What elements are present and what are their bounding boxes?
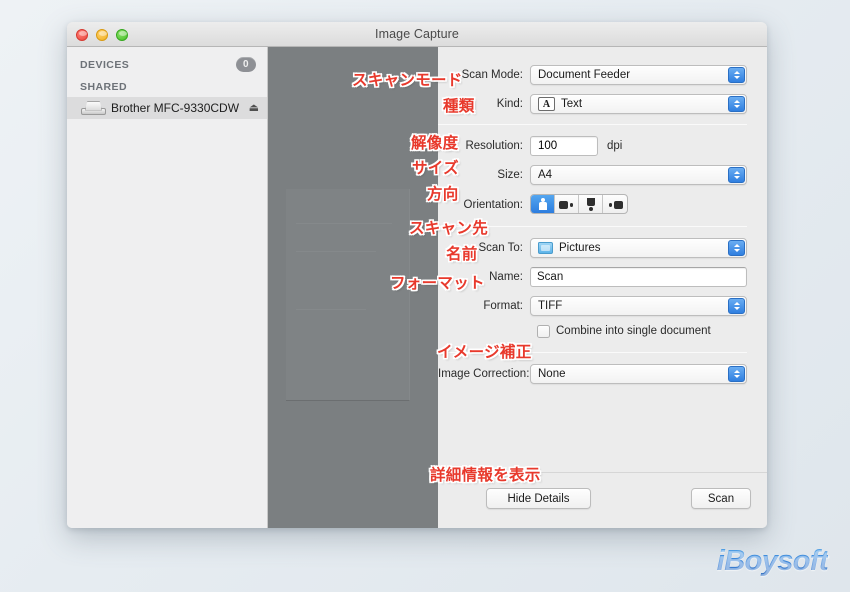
- orientation-portrait-down-button[interactable]: [579, 195, 603, 213]
- orientation-portrait-up-icon: [535, 197, 550, 211]
- devices-count-badge: 0: [236, 57, 256, 72]
- text-kind-icon: A: [538, 97, 555, 111]
- chevron-updown-icon: [728, 365, 745, 382]
- annotation-scan-to: スキャン先: [409, 220, 489, 237]
- orientation-portrait-up-button[interactable]: [531, 195, 555, 213]
- orientation-landscape-left-button[interactable]: [603, 195, 627, 213]
- annotation-resolution: 解像度: [411, 135, 459, 152]
- scan-mode-value: Document Feeder: [538, 69, 631, 81]
- format-label: Format:: [483, 299, 523, 312]
- shared-header-label: SHARED: [80, 81, 128, 93]
- image-correction-select[interactable]: None: [530, 363, 747, 384]
- traffic-lights: [76, 29, 128, 41]
- scan-to-value: Pictures: [559, 241, 601, 254]
- row-image-correction: Image Correction: None: [438, 363, 747, 384]
- kind-value: Text: [561, 98, 583, 110]
- scanner-icon: [81, 102, 106, 115]
- window-title: Image Capture: [375, 27, 459, 41]
- row-scan-to: Scan To: Pictures: [438, 237, 747, 258]
- scan-settings-pane: Scan Mode: Document Feeder Kind: A Text: [438, 47, 767, 528]
- hide-details-button[interactable]: Hide Details: [486, 488, 591, 509]
- iboysoft-watermark: iBoysoft: [716, 545, 829, 577]
- device-name-label: Brother MFC-9330CDW: [111, 101, 240, 115]
- annotation-hide-details: 詳細情報を表示: [430, 467, 541, 484]
- minimize-button[interactable]: [96, 29, 108, 41]
- resolution-value: 100: [538, 140, 558, 152]
- annotation-orientation: 方向: [427, 186, 459, 203]
- row-combine: Combine into single document: [537, 324, 747, 338]
- image-correction-value: None: [538, 367, 566, 380]
- preview-page-outline: [286, 189, 410, 401]
- name-input[interactable]: Scan: [530, 266, 747, 287]
- orientation-landscape-right-icon: [559, 198, 574, 211]
- annotation-scan-mode: スキャンモード: [352, 72, 463, 89]
- dpi-unit-label: dpi: [607, 140, 623, 152]
- window-titlebar: Image Capture: [67, 22, 767, 47]
- annotation-size: サイズ: [412, 160, 459, 177]
- size-select[interactable]: A4: [530, 165, 747, 185]
- scan-to-select[interactable]: Pictures: [530, 237, 747, 258]
- preview-ghost-line: [296, 309, 366, 310]
- preview-ghost-line: [296, 251, 376, 252]
- annotation-name: 名前: [446, 246, 478, 263]
- kind-select[interactable]: A Text: [530, 94, 747, 114]
- combine-checkbox[interactable]: [537, 324, 550, 338]
- chevron-updown-icon: [728, 239, 745, 256]
- sidebar-item-brother-mfc-9330cdw[interactable]: Brother MFC-9330CDW ⏏: [67, 97, 267, 119]
- row-resolution: Resolution: 100 dpi: [438, 136, 747, 156]
- scan-button[interactable]: Scan: [691, 488, 751, 509]
- folder-icon: [538, 241, 553, 254]
- annotation-kind: 種類: [443, 98, 475, 115]
- orientation-segmented-control[interactable]: [530, 194, 628, 214]
- format-value: TIFF: [538, 299, 563, 312]
- chevron-updown-icon[interactable]: [557, 143, 564, 149]
- device-sidebar: DEVICES 0 SHARED Brother MFC-9330CDW ⏏: [67, 47, 268, 528]
- row-scan-mode: Scan Mode: Document Feeder: [438, 65, 747, 85]
- orientation-portrait-down-icon: [583, 198, 598, 211]
- row-orientation: Orientation:: [438, 194, 747, 216]
- resolution-stepper[interactable]: 100: [530, 136, 598, 156]
- sidebar-section-shared: SHARED: [67, 76, 267, 97]
- eject-icon[interactable]: ⏏: [249, 102, 259, 114]
- orientation-landscape-right-button[interactable]: [555, 195, 579, 213]
- scan-mode-select[interactable]: Document Feeder: [530, 65, 747, 85]
- row-format: Format: TIFF: [438, 295, 747, 316]
- annotation-image-correction: イメージ補正: [437, 344, 532, 361]
- combine-label: Combine into single document: [556, 325, 711, 337]
- annotation-format: フォーマット: [390, 275, 485, 292]
- preview-ghost-line: [296, 223, 392, 224]
- format-select[interactable]: TIFF: [530, 295, 747, 316]
- orientation-landscape-left-icon: [608, 198, 623, 211]
- sidebar-section-devices: DEVICES 0: [67, 52, 267, 76]
- chevron-updown-icon: [728, 167, 745, 183]
- size-value: A4: [538, 169, 553, 181]
- row-kind: Kind: A Text: [438, 94, 747, 114]
- devices-header-label: DEVICES: [80, 58, 130, 71]
- chevron-updown-icon: [728, 297, 745, 314]
- chevron-updown-icon: [728, 67, 745, 83]
- chevron-updown-icon: [728, 96, 745, 112]
- zoom-button[interactable]: [116, 29, 128, 41]
- row-size: Size: A4: [438, 165, 747, 185]
- close-button[interactable]: [76, 29, 88, 41]
- image-correction-label: Image Correction:: [438, 367, 530, 380]
- settings-divider: [438, 124, 747, 125]
